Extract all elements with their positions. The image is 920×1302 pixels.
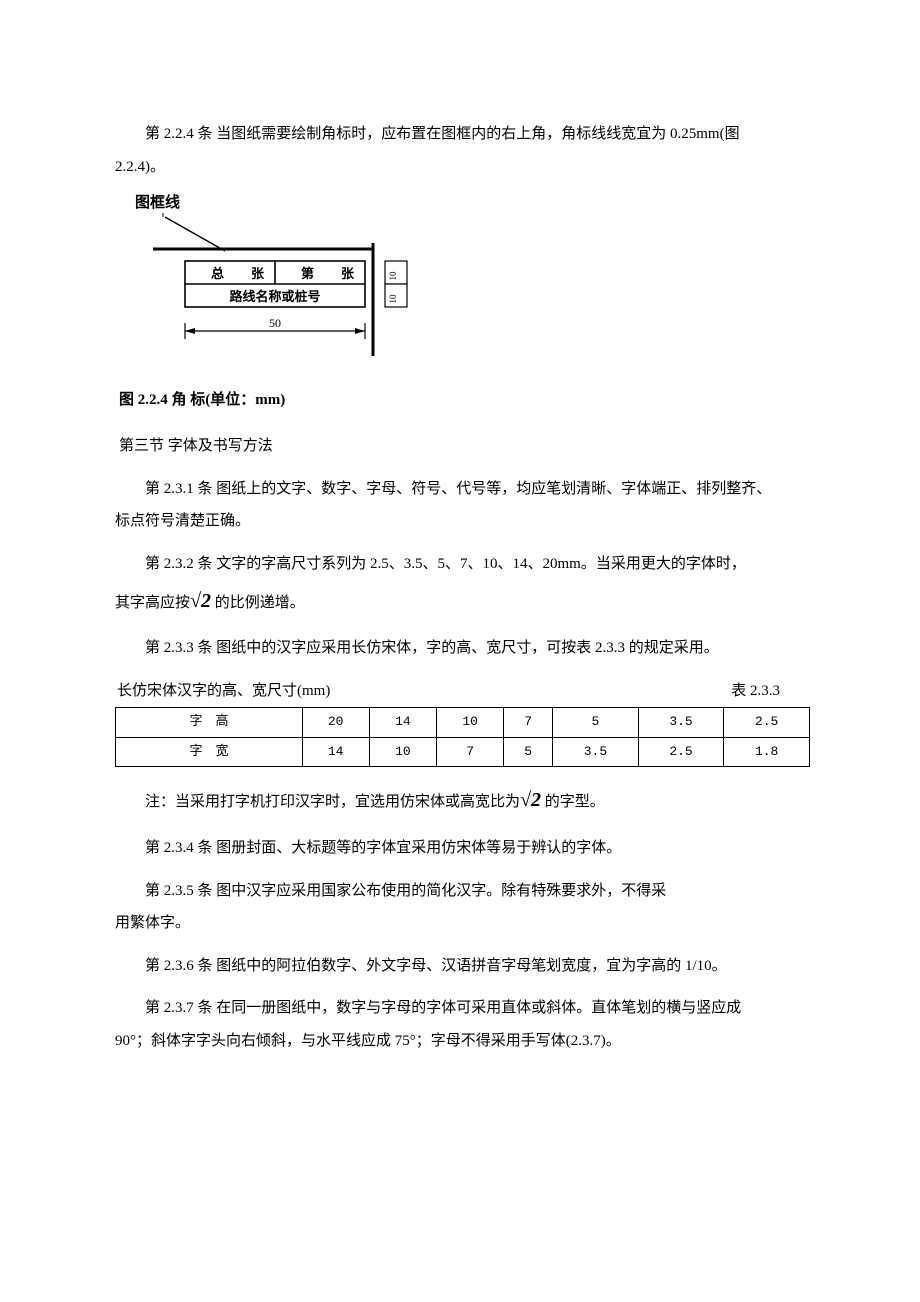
note-text: 的字型。: [541, 794, 605, 810]
article-2-3-4: 第 2.3.4 条 图册封面、大标题等的字体宜采用仿宋体等易于辨认的字体。: [115, 834, 810, 863]
cell: 1.8: [724, 737, 810, 767]
corner-mark-diagram: 图框线 总 张 第 张 路线名称或桩号 50: [115, 191, 415, 361]
article-2-3-5: 第 2.3.5 条 图中汉字应采用国家公布使用的简化汉字。除有特殊要求外，不得采: [115, 877, 810, 906]
table-number: 表 2.3.3: [731, 677, 780, 706]
article-text: 当图纸需要绘制角标时，应布置在图框内的右上角，角标线线宽宜为 0.25mm(图: [213, 126, 740, 142]
cell: 10: [437, 708, 504, 738]
cell: 14: [369, 708, 436, 738]
article-text: 图册封面、大标题等的字体宜采用仿宋体等易于辨认的字体。: [213, 840, 622, 856]
article-prefix: 第 2.3.4 条: [145, 840, 213, 856]
svg-text:50: 50: [269, 316, 281, 330]
article-2-3-6: 第 2.3.6 条 图纸中的阿拉伯数字、外文字母、汉语拼音字母笔划宽度，宜为字高…: [115, 952, 810, 981]
cell: 3.5: [638, 708, 724, 738]
svg-text:10: 10: [388, 271, 398, 281]
table-row: 字高 20 14 10 7 5 3.5 2.5: [116, 708, 810, 738]
article-2-3-7-cont: 90°；斜体字字头向右倾斜，与水平线应成 75°；字母不得采用手写体(2.3.7…: [115, 1027, 810, 1056]
article-2-3-3: 第 2.3.3 条 图纸中的汉字应采用长仿宋体，字的高、宽尺寸，可按表 2.3.…: [115, 634, 810, 663]
article-text: 2.2.4)。: [115, 159, 165, 175]
article-2-3-2-cont: 其字高应按√2 的比例递增。: [115, 582, 810, 620]
cell: 5: [553, 708, 639, 738]
article-2-2-4-cont: 2.2.4)。: [115, 153, 810, 182]
cell: 7: [437, 737, 504, 767]
cell: 20: [302, 708, 369, 738]
cell: 2.5: [638, 737, 724, 767]
article-text: 文字的字高尺寸系列为 2.5、3.5、5、7、10、14、20mm。当采用更大的…: [213, 556, 746, 572]
article-2-2-4: 第 2.2.4 条 当图纸需要绘制角标时，应布置在图框内的右上角，角标线线宽宜为…: [115, 120, 810, 149]
svg-text:10: 10: [388, 294, 398, 304]
svg-text:张: 张: [341, 266, 355, 281]
cell: 5: [504, 737, 553, 767]
sqrt-2-symbol: √2: [190, 590, 211, 612]
page: 第 2.2.4 条 当图纸需要绘制角标时，应布置在图框内的右上角，角标线线宽宜为…: [0, 0, 920, 1119]
article-2-3-1-cont: 标点符号清楚正确。: [115, 507, 810, 536]
article-prefix: 第 2.3.1 条: [145, 481, 213, 497]
article-prefix: 第 2.3.6 条: [145, 958, 213, 974]
article-text: 其字高应按: [115, 595, 190, 611]
article-prefix: 第 2.3.5 条: [145, 883, 213, 899]
article-2-3-5-cont: 用繁体字。: [115, 909, 810, 938]
article-prefix: 第 2.3.3 条: [145, 640, 213, 656]
note-text: 注：当采用打字机打印汉字时，宜选用仿宋体或高宽比为: [145, 794, 520, 810]
article-prefix: 第 2.3.2 条: [145, 556, 213, 572]
cell: 7: [504, 708, 553, 738]
article-prefix: 第 2.2.4 条: [145, 126, 213, 142]
figure-caption: 图 2.2.4 角 标(单位：mm): [119, 386, 415, 415]
table-title: 长仿宋体汉字的高、宽尺寸(mm): [117, 677, 330, 706]
table-row: 字宽 14 10 7 5 3.5 2.5 1.8: [116, 737, 810, 767]
svg-text:路线名称或桩号: 路线名称或桩号: [229, 289, 320, 304]
article-text: 图纸中的汉字应采用长仿宋体，字的高、宽尺寸，可按表 2.3.3 的规定采用。: [213, 640, 719, 656]
article-text: 图中汉字应采用国家公布使用的简化汉字。除有特殊要求外，不得采: [213, 883, 667, 899]
article-text: 图纸中的阿拉伯数字、外文字母、汉语拼音字母笔划宽度，宜为字高的 1/10。: [213, 958, 727, 974]
cell: 10: [369, 737, 436, 767]
table-2-3-3-heading: 长仿宋体汉字的高、宽尺寸(mm) 表 2.3.3: [117, 677, 810, 706]
section-3-title: 第三节 字体及书写方法: [119, 432, 810, 461]
article-text: 图纸上的文字、数字、字母、符号、代号等，均应笔划清晰、字体端正、排列整齐、: [213, 481, 772, 497]
sqrt-2-symbol: √2: [520, 789, 541, 811]
article-text: 在同一册图纸中，数字与字母的字体可采用直体或斜体。直体笔划的横与竖应成: [213, 1000, 742, 1016]
table-2-3-3: 字高 20 14 10 7 5 3.5 2.5 字宽 14 10 7 5 3.5…: [115, 707, 810, 767]
svg-text:张: 张: [251, 266, 265, 281]
article-2-3-7: 第 2.3.7 条 在同一册图纸中，数字与字母的字体可采用直体或斜体。直体笔划的…: [115, 994, 810, 1023]
row-label: 字宽: [116, 737, 303, 767]
fig-border-label: 图框线: [135, 193, 180, 211]
article-text: 的比例递增。: [211, 595, 305, 611]
article-2-3-1: 第 2.3.1 条 图纸上的文字、数字、字母、符号、代号等，均应笔划清晰、字体端…: [115, 475, 810, 504]
cell: 14: [302, 737, 369, 767]
svg-text:第: 第: [301, 266, 314, 281]
article-prefix: 第 2.3.7 条: [145, 1000, 213, 1016]
cell: 3.5: [553, 737, 639, 767]
figure-2-2-4: 图框线 总 张 第 张 路线名称或桩号 50: [115, 191, 415, 414]
cell: 2.5: [724, 708, 810, 738]
svg-text:总: 总: [211, 266, 224, 281]
article-2-3-2: 第 2.3.2 条 文字的字高尺寸系列为 2.5、3.5、5、7、10、14、2…: [115, 550, 810, 579]
table-note: 注：当采用打字机打印汉字时，宜选用仿宋体或高宽比为√2 的字型。: [115, 781, 810, 819]
row-label: 字高: [116, 708, 303, 738]
